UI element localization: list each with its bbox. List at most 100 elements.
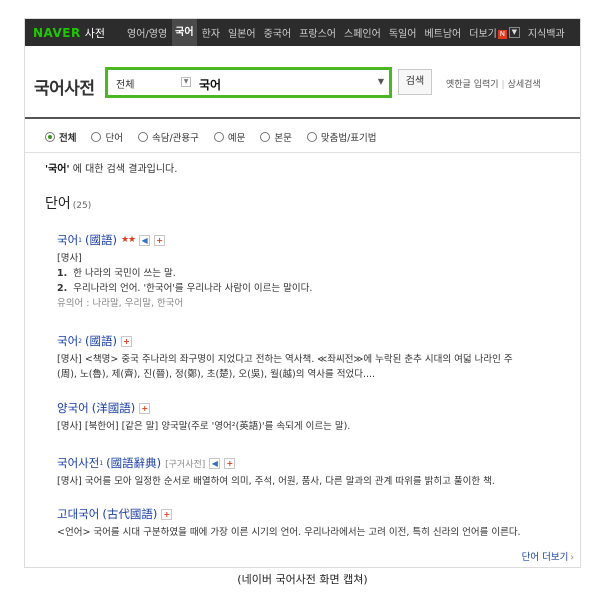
radio-selected-icon [45,132,55,142]
speaker-icon[interactable]: ◀ [209,457,221,469]
more-words-label: 단어 더보기 [521,552,569,563]
autocomplete-toggle-icon[interactable]: ▼ [378,77,384,86]
headword-text: 양국어 [57,401,89,415]
more-words-link[interactable]: 단어 더보기 › [522,549,574,563]
search-scope-value: 전체 [116,80,135,91]
word-entry: 국어사전 1 (國語辭典) [구거사전] ◀ + [명사] 국어를 모아 일정한 … [57,455,572,489]
entry-headword[interactable]: 양국어 (洋國語) + [57,400,572,416]
nav-more-label: 더보기 [469,29,497,40]
chevron-right-icon: › [570,553,574,563]
headword-text: 국어사전 [57,456,100,470]
entry-definition: [명사] <책명> 중국 주나라의 좌구명이 지었다고 전하는 역사책. ≪좌씨… [57,354,513,365]
section-count: (25) [72,201,92,211]
filter-all[interactable]: 전체 [45,130,76,144]
filter-example[interactable]: 예문 [213,130,246,144]
word-entry: 양국어 (洋國語) + [명사] [북한어] [같은 말] 양국말(주로 '영어… [57,400,572,434]
add-to-wordbook-icon[interactable]: + [161,508,173,520]
dictionary-screenshot-frame: NAVER 사전 영어/영영 국어 한자 일본어 중국어 프랑스어 스페인어 독… [24,18,581,568]
homonym-number: 2 [78,337,82,345]
advanced-search-link[interactable]: 상세검색 [508,80,541,90]
query-quoted: '국어' [45,164,70,175]
entry-sense: 2. 우리나라의 언어. '한국어'를 우리나라 사람이 이르는 말이다. [57,281,572,296]
nav-knowledge-encyclopedia[interactable]: 지식백과 [528,25,565,40]
filter-label: 단어 [105,133,123,144]
entry-definition: <언어> 국어를 시대 구분하였을 때에 가장 이른 시기의 언어. 우리나라에… [57,527,521,538]
image-caption: (네이버 국어사전 화면 캡쳐) [237,573,368,586]
nav-hanja[interactable]: 한자 [202,25,220,40]
divider [25,152,580,153]
add-to-wordbook-icon[interactable]: + [224,457,236,469]
word-entry: 국어 2 (國語) + [명사] <책명> 중국 주나라의 좌구명이 지었다고 전… [57,333,572,382]
search-box: 전체 ▼ ▼ [105,67,392,98]
radio-icon [137,132,148,142]
radio-icon [260,132,271,142]
top-navigation-bar: NAVER 사전 영어/영영 국어 한자 일본어 중국어 프랑스어 스페인어 독… [25,19,580,46]
new-badge: N [497,30,507,39]
radio-icon [91,132,102,142]
entry-sense: 1. 한 나라의 국민이 쓰는 말. [57,266,572,281]
headword-text: 국어 [57,233,79,247]
nav-german[interactable]: 독일어 [389,25,417,40]
nav-korean[interactable]: 국어 [172,19,197,46]
filter-spelling[interactable]: 맞춤법/표기법 [306,130,377,144]
nav-japanese[interactable]: 일본어 [228,25,256,40]
sense-text: 우리나라의 언어. '한국어'를 우리나라 사람이 이르는 말이다. [73,283,313,294]
sense-number: 1. [57,268,68,279]
chevron-down-icon[interactable]: ▼ [508,27,520,38]
homonym-number: 1 [78,236,82,244]
entry-headword[interactable]: 국어 1 (國語) ★★ ◀ + [57,232,572,248]
filter-label: 속담/관용구 [151,133,199,144]
entry-definition: [명사] 국어를 모아 일정한 순서로 배열하여 의미, 주석, 어원, 품사,… [57,476,495,487]
nav-french[interactable]: 프랑스어 [299,25,336,40]
filter-word[interactable]: 단어 [91,130,123,144]
nav-chinese[interactable]: 중국어 [264,25,292,40]
section-title: 단어 (25) [45,193,91,213]
naver-logo[interactable]: NAVER [33,26,81,40]
filter-body[interactable]: 본문 [260,130,292,144]
nav-spanish[interactable]: 스페인어 [344,25,381,40]
word-entry: 고대국어 (古代國語) + <언어> 국어를 시대 구분하였을 때에 가장 이른… [57,506,572,540]
filter-label: 맞춤법/표기법 [320,133,377,144]
headword-note: [구거사전] [165,459,206,470]
entry-headword[interactable]: 국어사전 1 (國語辭典) [구거사전] ◀ + [57,455,572,471]
entry-synonyms: 유의어 : 나라말, 우리말, 한국어 [57,298,184,309]
headword-hanja: (洋國語) [91,401,136,415]
add-to-wordbook-icon[interactable]: + [154,234,166,246]
old-hangul-input-link[interactable]: 옛한글 입력기 [446,80,499,90]
search-scope-select[interactable]: 전체 ▼ [108,70,192,95]
add-to-wordbook-icon[interactable]: + [139,402,151,414]
summary-text: 에 대한 검색 결과입니다. [69,164,178,175]
importance-stars: ★★ [120,235,136,245]
headword-hanja: (國語) [85,233,117,247]
entry-definition: (周), 노(魯), 제(齊), 진(晉), 정(鄭), 초(楚), 오(吳),… [57,369,376,380]
chevron-down-icon: ▼ [181,77,191,87]
search-extra-links: 옛한글 입력기 | 상세검색 [446,77,541,90]
entry-headword[interactable]: 고대국어 (古代國語) + [57,506,572,522]
divider [25,117,580,119]
headword-hanja: (國語辭典) [106,456,162,470]
headword-hanja: (國語) [85,334,117,348]
page-title: 국어사전 [34,79,95,99]
entry-definition: [명사] [북한어] [같은 말] 양국말(주로 '영어²(英語)'를 속되게 … [57,421,351,432]
nav-english[interactable]: 영어/영영 [127,25,167,40]
entry-headword[interactable]: 국어 2 (國語) + [57,333,572,349]
speaker-icon[interactable]: ◀ [139,234,151,246]
radio-icon [306,132,317,142]
headword-text: 국어 [57,334,79,348]
sense-text: 한 나라의 국민이 쓰는 말. [73,268,176,279]
filter-label: 예문 [227,133,246,144]
nav-more[interactable]: 더보기 N [469,25,507,40]
headword-hanja: (古代國語) [102,507,158,521]
filter-proverb-idiom[interactable]: 속담/관용구 [137,130,199,144]
dictionary-home-link[interactable]: 사전 [85,25,105,41]
search-button[interactable]: 검색 [398,69,432,95]
filter-label: 본문 [274,133,292,144]
add-to-wordbook-icon[interactable]: + [120,335,132,347]
link-separator: | [501,80,505,90]
headword-text: 고대국어 [57,507,100,521]
result-summary: '국어' 에 대한 검색 결과입니다. [45,160,177,175]
sense-number: 2. [57,283,68,294]
entry-pos: [명사] [57,253,82,264]
search-input[interactable] [199,70,369,95]
nav-vietnamese[interactable]: 베트남어 [424,25,461,40]
